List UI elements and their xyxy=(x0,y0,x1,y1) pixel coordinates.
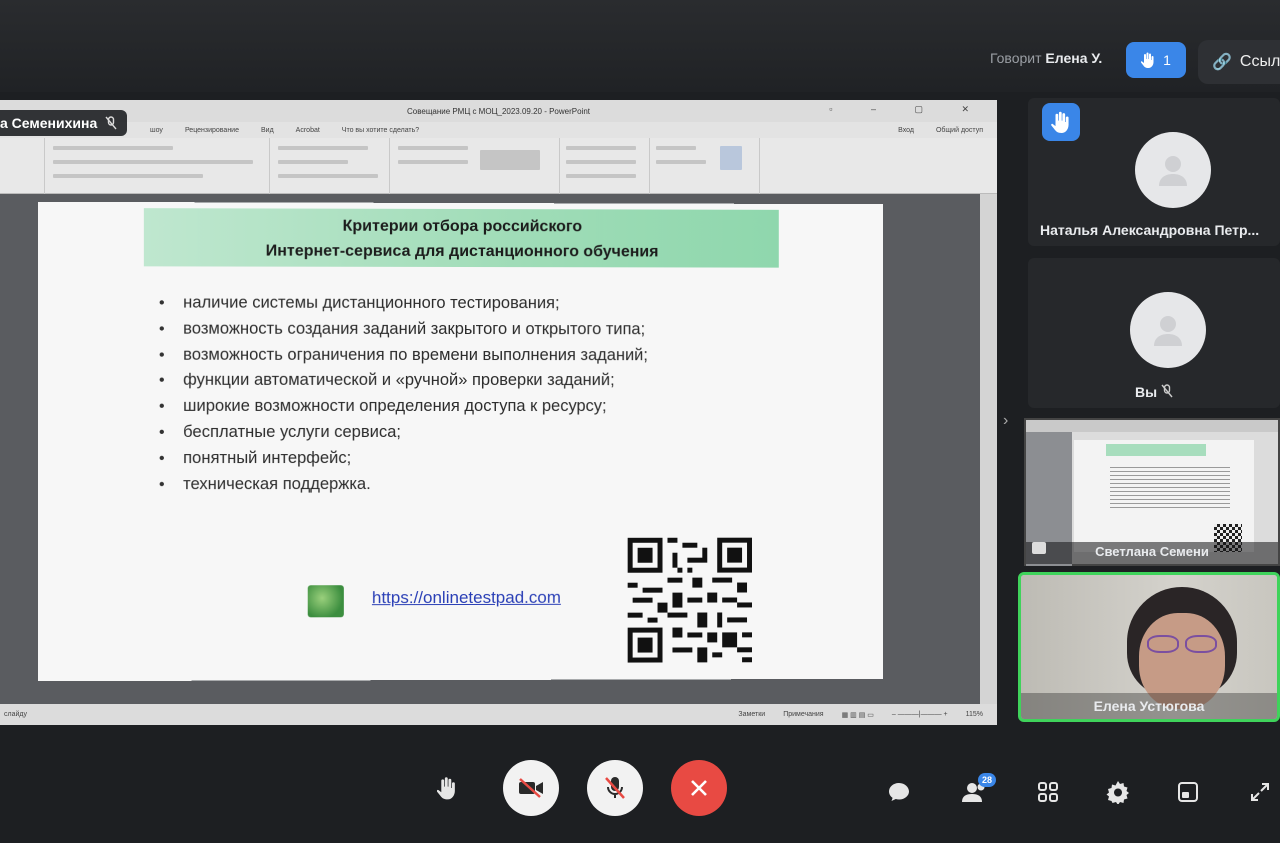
grid-view-icon xyxy=(1038,782,1058,802)
fullscreen-icon xyxy=(1251,783,1269,801)
bullet-item: возможность создания заданий закрытого и… xyxy=(159,316,648,342)
ppt-menu-item: шоу xyxy=(150,126,163,134)
gear-icon xyxy=(1106,781,1129,804)
grid-view-button[interactable] xyxy=(1034,778,1062,806)
copy-link-button[interactable]: 🔗 Ссыл xyxy=(1198,40,1280,84)
participant-name: Светлана Семени xyxy=(1095,544,1209,559)
bullet-item: наличие системы дистанционного тестирова… xyxy=(159,290,648,317)
mic-off-icon xyxy=(105,116,117,130)
participant-tile[interactable]: Вы xyxy=(1028,258,1280,408)
onlinetestpad-logo xyxy=(307,585,344,618)
ribbon-group xyxy=(45,138,270,194)
camera-off-icon xyxy=(519,778,543,798)
top-bar: Говорит Елена У. 1 🔗 Ссыл xyxy=(0,0,1280,92)
user-icon xyxy=(1154,316,1182,346)
mic-off-icon xyxy=(1161,384,1173,398)
fullscreen-button[interactable] xyxy=(1246,778,1274,806)
ppt-menu-item: Что вы хотите сделать? xyxy=(341,126,420,134)
pip-button[interactable] xyxy=(1174,778,1202,806)
mic-toggle-button[interactable] xyxy=(587,760,643,816)
camera-toggle-button[interactable] xyxy=(503,760,559,816)
ribbon-group xyxy=(270,138,390,194)
ribbon-group xyxy=(650,138,760,194)
ppt-menu-item: Вход xyxy=(898,126,914,134)
bullet-item: бесплатные услуги сервиса; xyxy=(159,420,648,446)
presentation-slide: Критерии отбора российского Интернет-сер… xyxy=(37,201,883,682)
ppt-menu-item: Рецензирование xyxy=(184,126,239,134)
ribbon-group xyxy=(390,138,560,194)
ppt-menu-item: Вид xyxy=(261,126,274,134)
status-left: слайду xyxy=(4,711,27,718)
ppt-menu-bar: шоу Рецензирование Вид Acrobat Что вы хо… xyxy=(0,122,997,138)
active-speaker-label: Говорит Елена У. xyxy=(990,50,1102,66)
bullet-item: понятный интерфейс; xyxy=(159,446,648,472)
settings-button[interactable] xyxy=(1104,778,1132,806)
presenter-name-tag: а Семенихина xyxy=(0,110,128,136)
speaking-name: Елена У. xyxy=(1045,50,1103,66)
mic-off-icon xyxy=(605,777,625,799)
avatar xyxy=(1135,132,1211,208)
user-icon xyxy=(1159,156,1187,186)
participant-name: Наталья Александровна Петр... xyxy=(1040,222,1260,238)
participants-count-badge: 28 xyxy=(978,773,996,787)
bullet-item: функции автоматической и «ручной» провер… xyxy=(159,368,648,394)
view-icons: ▦ ▥ ▤ ▭ xyxy=(841,711,874,719)
chat-icon xyxy=(889,783,909,801)
ppt-menu-item: Общий доступ xyxy=(935,126,983,134)
ppt-window-title: Совещание РМЦ с МОЦ_2023.09.20 - PowerPo… xyxy=(406,106,590,116)
end-call-icon xyxy=(691,780,707,796)
chevron-right-icon[interactable]: › xyxy=(1003,412,1008,430)
bullet-item: широкие возможности определения доступа … xyxy=(159,394,648,420)
pip-icon xyxy=(1178,782,1198,802)
bullet-item: возможность ограничения по времени выпол… xyxy=(159,342,648,368)
ppt-status-bar: слайду Заметки Примечания ▦ ▥ ▤ ▭ – ———|… xyxy=(0,704,997,725)
notes-toggle: Заметки xyxy=(738,711,766,718)
comments-toggle: Примечания xyxy=(783,711,824,718)
ribbon-group xyxy=(560,138,650,194)
slide-title: Критерии отбора российского Интернет-сер… xyxy=(143,208,779,268)
window-controls: ▫ – ▢ ✕ xyxy=(829,104,987,114)
link-button-label: Ссыл xyxy=(1239,53,1280,70)
raise-hand-icon xyxy=(1141,52,1154,68)
slide-link: https://onlinetestpad.com xyxy=(371,587,561,608)
slide-title-line1: Критерии отбора российского xyxy=(342,217,583,236)
slide-title-line2: Интернет-сервиса для дистанционного обуч… xyxy=(265,242,659,261)
ribbon-group xyxy=(0,138,45,194)
screen-share-icon xyxy=(1032,542,1046,554)
ppt-ribbon xyxy=(0,138,997,194)
qr-code xyxy=(627,537,752,663)
presenter-name: а Семенихина xyxy=(0,115,98,131)
raise-hand-button[interactable] xyxy=(432,772,462,804)
end-call-button[interactable] xyxy=(671,760,727,816)
avatar xyxy=(1130,292,1206,368)
speaking-prefix: Говорит xyxy=(990,50,1042,66)
raise-hand-icon xyxy=(1051,111,1069,133)
participant-video-tile[interactable]: Елена Устюгова xyxy=(1018,572,1280,722)
participant-name-row: Вы xyxy=(1028,384,1280,400)
chat-button[interactable] xyxy=(884,778,914,806)
participant-name: Вы xyxy=(1134,384,1158,400)
link-icon: 🔗 xyxy=(1212,54,1232,71)
hand-raised-badge xyxy=(1042,103,1080,141)
bullet-item: техническая поддержка. xyxy=(159,472,648,498)
ppt-scrollbar[interactable] xyxy=(980,194,997,704)
ppt-menu-item: Acrobat xyxy=(295,126,320,134)
participant-name: Елена Устюгова xyxy=(1093,698,1205,714)
shared-screen: Совещание РМЦ с МОЦ_2023.09.20 - PowerPo… xyxy=(0,100,997,725)
raised-hands-button[interactable]: 1 xyxy=(1126,42,1186,78)
raised-hands-count: 1 xyxy=(1163,52,1171,68)
raise-hand-icon xyxy=(437,777,455,800)
zoom-level: 115% xyxy=(965,711,983,718)
slide-bullet-list: наличие системы дистанционного тестирова… xyxy=(159,290,648,497)
zoom-slider: – ———|——— + xyxy=(891,711,948,718)
ppt-title-bar: Совещание РМЦ с МОЦ_2023.09.20 - PowerPo… xyxy=(0,100,997,122)
screen-share-thumbnail[interactable]: Светлана Семени xyxy=(1024,418,1280,566)
